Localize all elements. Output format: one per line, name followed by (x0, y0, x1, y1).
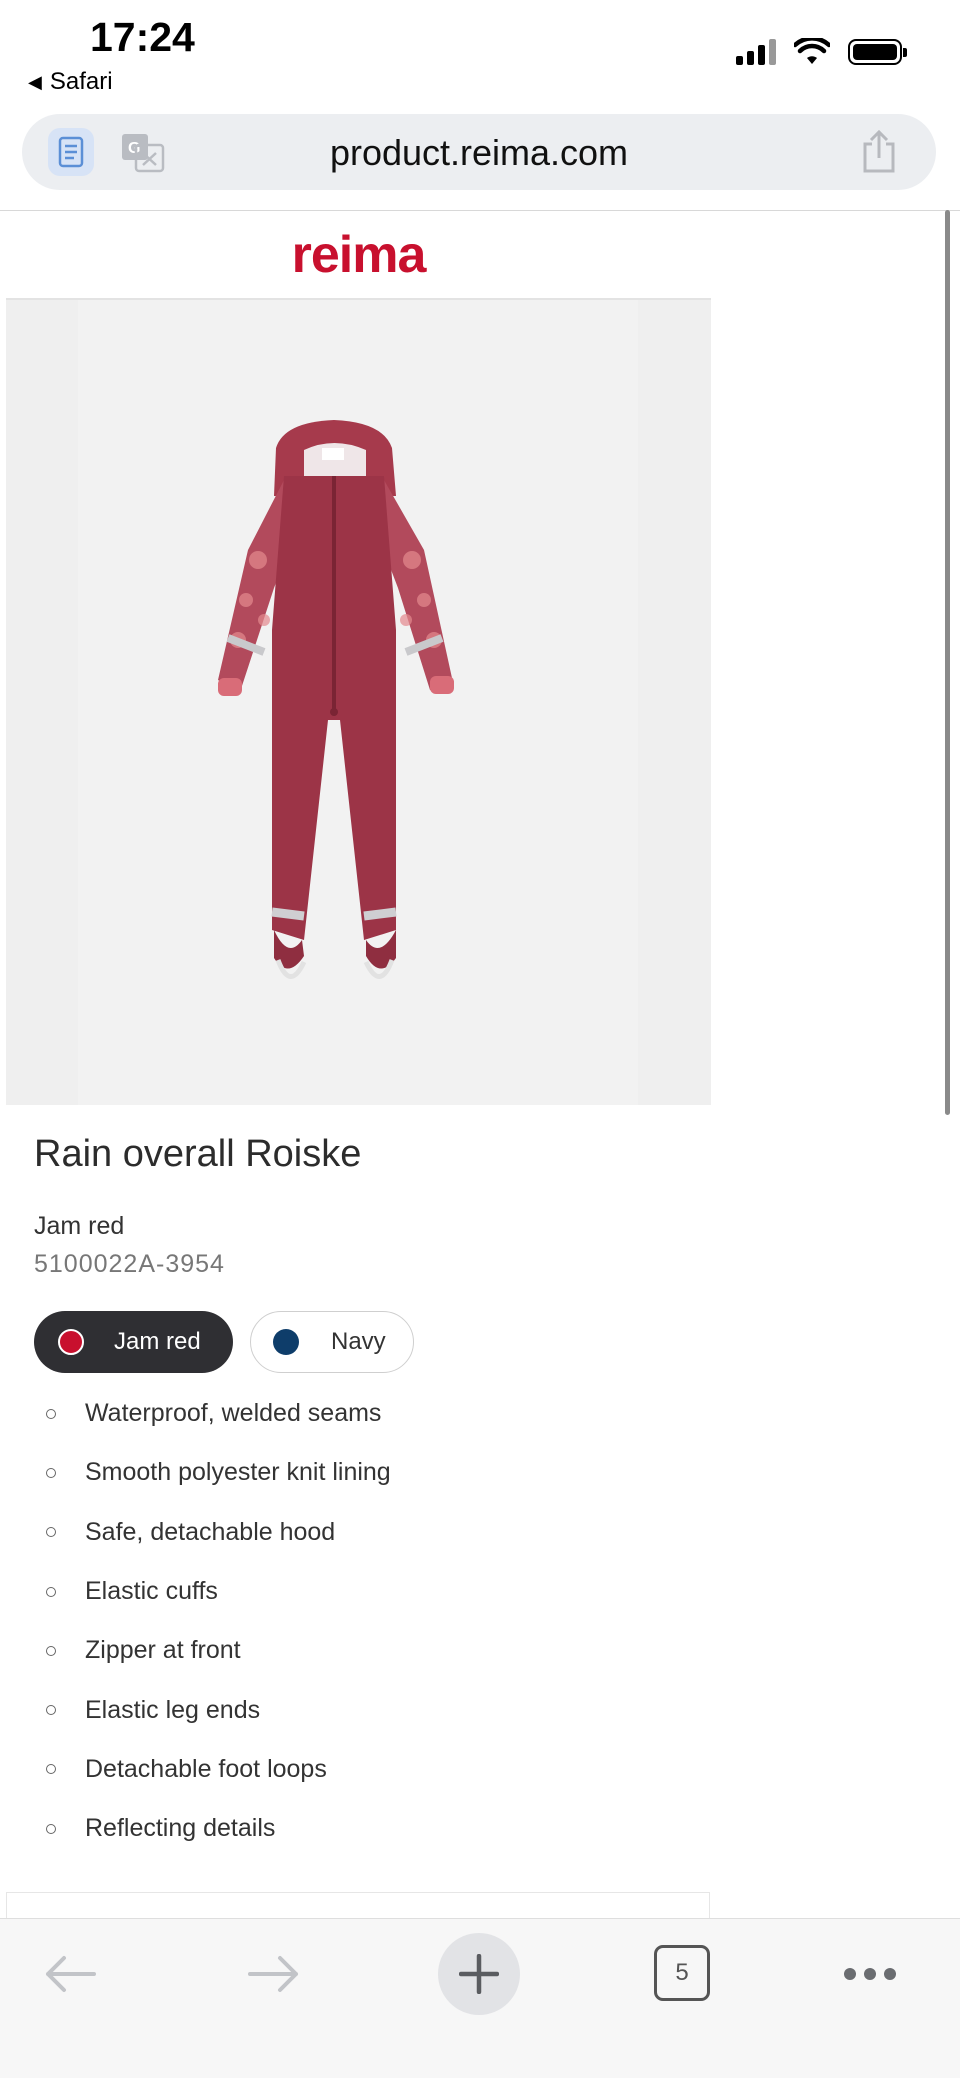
address-bar[interactable]: G product.reima.com (22, 114, 936, 190)
tabs-button[interactable]: 5 (654, 1945, 710, 2001)
page-content: reima (6, 212, 711, 1105)
feature-text: Reflecting details (85, 1814, 276, 1843)
feature-text: Safe, detachable hood (85, 1517, 336, 1546)
product-image-backdrop (78, 300, 638, 1105)
list-item: Reflecting details (34, 1799, 391, 1858)
list-item: Zipper at front (34, 1621, 391, 1680)
list-item: Safe, detachable hood (34, 1503, 391, 1562)
color-option-label: Navy (331, 1328, 386, 1355)
back-app-label: Safari (49, 68, 113, 95)
bullet-icon (46, 1645, 56, 1656)
color-option-navy[interactable]: Navy (250, 1311, 414, 1373)
back-triangle-icon: ◀ (28, 71, 42, 92)
plus-icon (459, 1954, 499, 1994)
browser-toolbar: 5 (0, 1918, 960, 2078)
arrow-left-icon (46, 1956, 96, 1992)
bullet-icon (46, 1467, 56, 1478)
color-dot-navy (273, 1329, 299, 1355)
product-title: Rain overall Roiske (34, 1133, 362, 1175)
feature-text: Zipper at front (85, 1636, 241, 1665)
status-time: 17:24 (90, 14, 195, 60)
color-option-jam-red[interactable]: Jam red (34, 1311, 233, 1373)
feature-text: Waterproof, welded seams (85, 1399, 382, 1428)
product-sku: 5100022A-3954 (34, 1250, 225, 1278)
bullet-icon (46, 1764, 56, 1775)
bullet-icon (46, 1705, 56, 1716)
cellular-signal-icon (736, 39, 776, 65)
url-text[interactable]: product.reima.com (22, 132, 936, 174)
battery-icon (848, 39, 907, 65)
feature-text: Smooth polyester knit lining (85, 1458, 391, 1487)
more-button[interactable] (840, 1943, 900, 2005)
forward-button[interactable] (244, 1943, 304, 2005)
bullet-icon (46, 1408, 56, 1419)
list-item: Detachable foot loops (34, 1740, 391, 1799)
back-button[interactable] (40, 1943, 100, 2005)
list-item: Elastic leg ends (34, 1680, 391, 1739)
reima-logo[interactable]: reima (292, 225, 427, 285)
product-image[interactable] (6, 300, 711, 1105)
scrollbar[interactable] (945, 210, 950, 1115)
rain-overall-illustration (218, 420, 454, 979)
bullet-icon (46, 1823, 56, 1834)
bullet-icon (46, 1586, 56, 1597)
back-to-app-link[interactable]: ◀ Safari (28, 68, 113, 96)
divider (0, 210, 960, 211)
selected-color-name: Jam red (34, 1212, 125, 1240)
status-icons (736, 38, 907, 66)
status-bar: 17:24 ◀ Safari (0, 0, 960, 110)
color-dot-jam-red (58, 1329, 84, 1355)
feature-text: Detachable foot loops (85, 1754, 327, 1783)
feature-text: Elastic leg ends (85, 1695, 261, 1724)
bullet-icon (46, 1527, 56, 1538)
list-item: Elastic cuffs (34, 1562, 391, 1621)
share-icon[interactable] (860, 128, 898, 174)
new-tab-button[interactable] (438, 1933, 520, 2015)
feature-list: Waterproof, welded seams Smooth polyeste… (34, 1384, 391, 1858)
list-item: Waterproof, welded seams (34, 1384, 391, 1443)
feature-text: Elastic cuffs (85, 1577, 218, 1606)
list-item: Smooth polyester knit lining (34, 1443, 391, 1502)
wifi-icon (794, 38, 830, 64)
arrow-right-icon (248, 1956, 298, 1992)
site-header: reima (6, 212, 711, 300)
color-option-label: Jam red (114, 1328, 201, 1355)
more-dots-icon (844, 1968, 896, 1980)
